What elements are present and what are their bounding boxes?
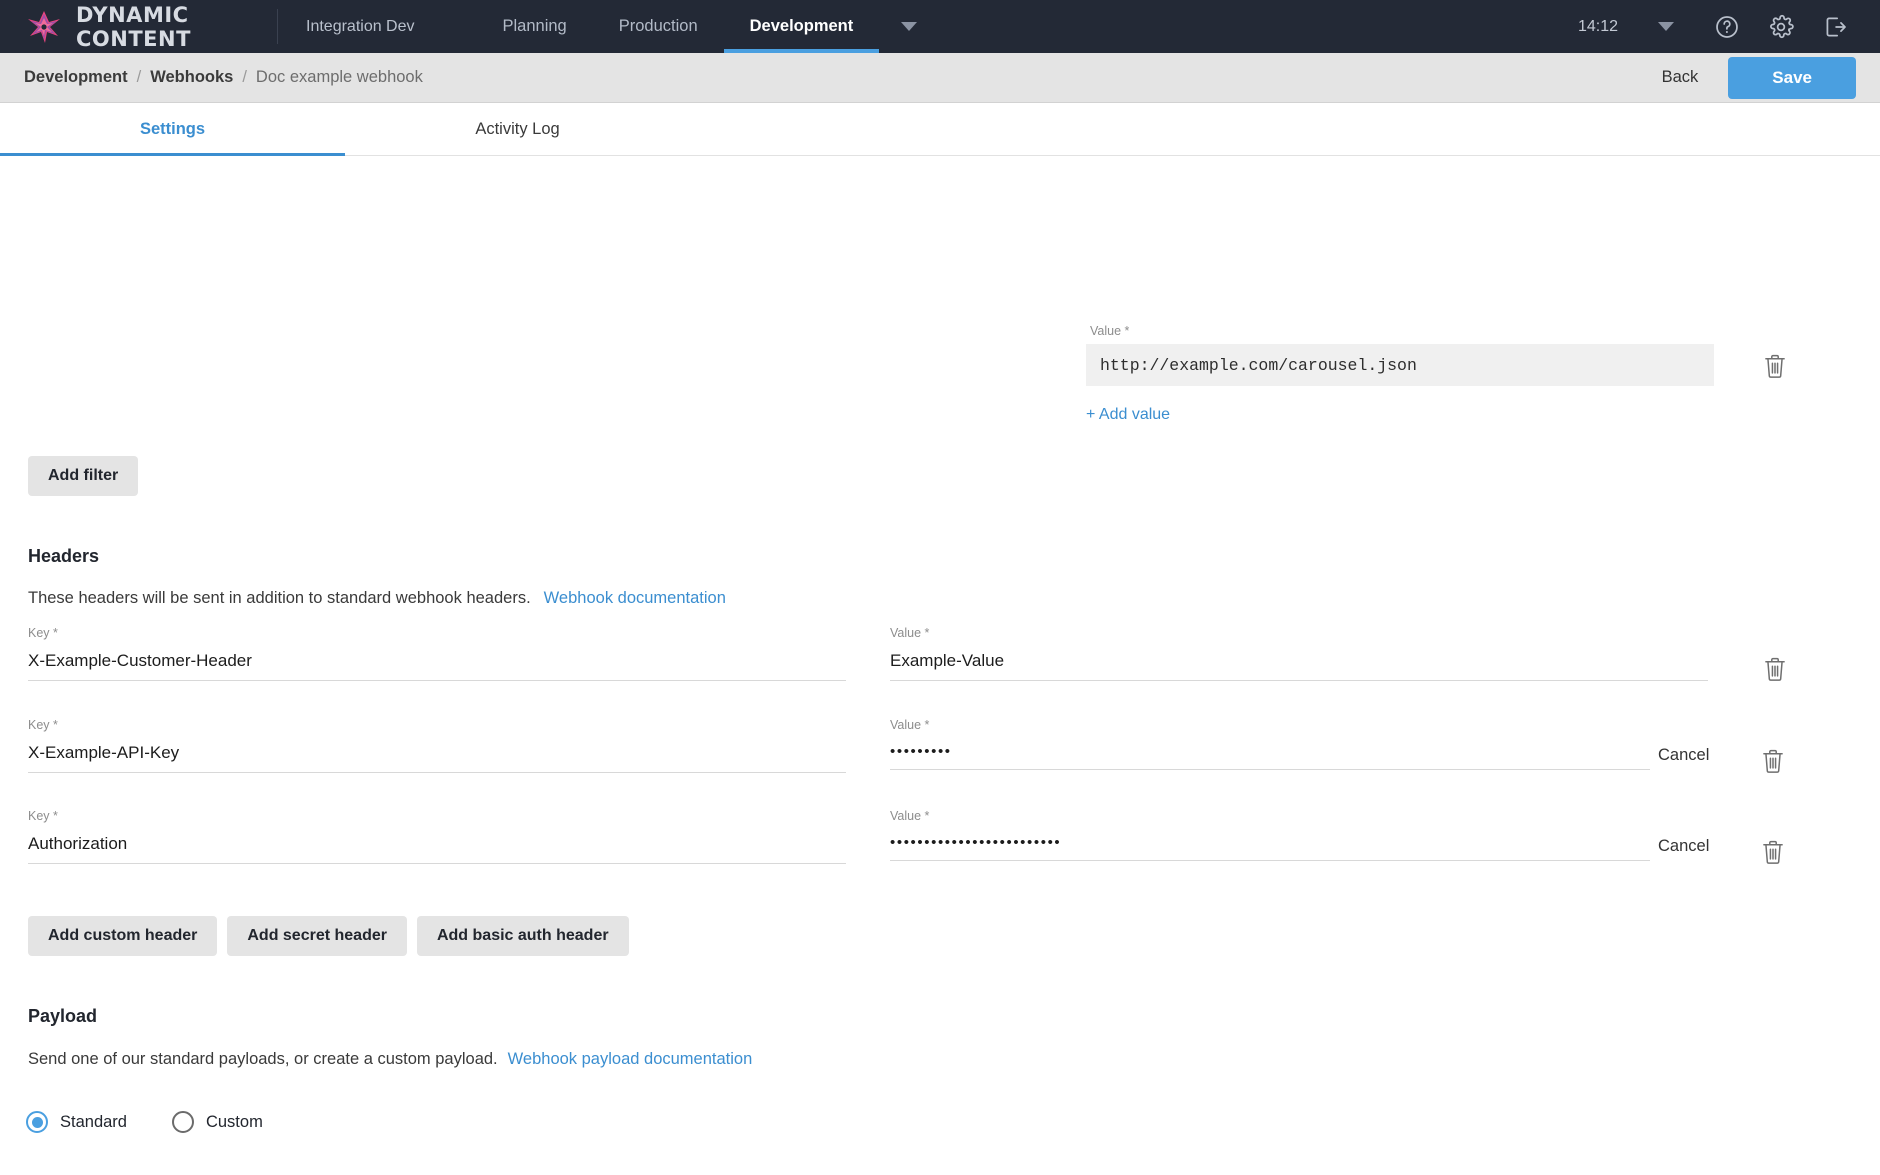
- header-key-group: Key *: [28, 718, 846, 773]
- webhook-settings-page: DYNAMIC CONTENT Integration Dev Planning…: [0, 0, 1880, 1175]
- page-actions: Back Save: [1656, 56, 1856, 99]
- filter-value-field[interactable]: http://example.com/carousel.json: [1086, 344, 1714, 386]
- brand[interactable]: DYNAMIC CONTENT: [0, 0, 277, 53]
- breadcrumb-item-current: Doc example webhook: [255, 68, 423, 86]
- breadcrumb-separator: /: [136, 68, 142, 86]
- nav-dropdown-button[interactable]: [879, 0, 939, 53]
- cancel-secret-edit-button[interactable]: Cancel: [1658, 837, 1709, 856]
- breadcrumb-separator: /: [242, 68, 247, 86]
- add-filter-wrap: Add filter: [28, 456, 139, 496]
- brand-name: DYNAMIC CONTENT: [76, 2, 191, 51]
- header-key-label: Key *: [28, 809, 58, 823]
- radio-unselected-icon[interactable]: [171, 1111, 194, 1133]
- headers-section-description: These headers will be sent in addition t…: [28, 589, 726, 608]
- add-value-link[interactable]: + Add value: [1086, 406, 1170, 424]
- nav-tab-planning[interactable]: Planning: [477, 0, 593, 53]
- header-value-label: Value *: [890, 718, 930, 732]
- nav-tab-planning-label: Planning: [502, 17, 567, 35]
- top-nav-right: 14:12: [1578, 0, 1880, 53]
- add-secret-header-button[interactable]: Add secret header: [227, 916, 407, 956]
- header-key-label: Key *: [28, 718, 58, 732]
- chevron-down-icon: [901, 22, 918, 31]
- delete-filter-value-button[interactable]: [1762, 351, 1788, 381]
- header-secret-value-input[interactable]: [890, 739, 1650, 770]
- webhook-documentation-link[interactable]: Webhook documentation: [544, 589, 726, 608]
- header-value-input[interactable]: [890, 647, 1708, 681]
- header-key-group: Key *: [28, 809, 846, 864]
- header-value-label: Value *: [890, 809, 930, 823]
- clock: 14:12: [1577, 17, 1618, 35]
- payload-type-radio-group: Standard Custom: [26, 1111, 263, 1133]
- logout-button[interactable]: [1808, 0, 1862, 53]
- header-key-input[interactable]: [28, 647, 846, 681]
- add-filter-button[interactable]: Add filter: [28, 456, 139, 496]
- header-row: Key * Value * Cancel: [0, 718, 1880, 809]
- settings-button[interactable]: [1754, 0, 1808, 53]
- headers-section-title: Headers: [28, 546, 100, 566]
- breadcrumb: Development / Webhooks / Doc example web…: [24, 68, 423, 87]
- help-button[interactable]: [1700, 0, 1754, 53]
- environment-tabs: Planning Production Development: [477, 0, 880, 53]
- header-value-group: Value *: [890, 718, 1650, 770]
- top-navigation-bar: DYNAMIC CONTENT Integration Dev Planning…: [0, 0, 1880, 53]
- header-key-label: Key *: [28, 626, 58, 640]
- webhook-payload-documentation-link[interactable]: Webhook payload documentation: [508, 1050, 753, 1069]
- add-custom-header-button[interactable]: Add custom header: [28, 916, 218, 956]
- header-value-group: Value *: [890, 626, 1708, 681]
- filter-value-label: Value *: [1090, 324, 1130, 338]
- payload-option-custom[interactable]: Custom: [171, 1111, 263, 1133]
- clock-dropdown-button[interactable]: [1632, 22, 1700, 31]
- header-key-input[interactable]: [28, 830, 846, 864]
- nav-tab-development-label: Development: [749, 17, 854, 35]
- radio-selected-icon[interactable]: [26, 1111, 48, 1133]
- payload-section-description: Send one of our standard payloads, or cr…: [28, 1050, 752, 1069]
- header-secret-value-input[interactable]: [890, 830, 1650, 861]
- tab-activity-log-label: Activity Log: [475, 119, 560, 138]
- headers-description-text: These headers will be sent in addition t…: [28, 589, 531, 607]
- payload-section-title: Payload: [28, 1006, 98, 1026]
- payload-description-text: Send one of our standard payloads, or cr…: [28, 1050, 498, 1068]
- page-tabs: Settings Activity Log: [0, 103, 1880, 156]
- header-value-label: Value *: [890, 626, 930, 640]
- delete-header-button[interactable]: [1762, 654, 1788, 684]
- payload-option-standard-label: Standard: [60, 1112, 127, 1131]
- header-key-group: Key *: [28, 626, 846, 681]
- payload-option-standard[interactable]: Standard: [26, 1111, 127, 1133]
- chevron-down-icon: [1658, 22, 1674, 31]
- back-button[interactable]: Back: [1656, 60, 1705, 95]
- delete-header-button[interactable]: [1760, 837, 1786, 867]
- breadcrumb-bar: Development / Webhooks / Doc example web…: [0, 53, 1880, 103]
- dynamic-content-logo-icon: [26, 9, 62, 45]
- project-name: Integration Dev: [306, 17, 415, 35]
- filter-value-text: http://example.com/carousel.json: [1100, 355, 1417, 375]
- payload-option-custom-label: Custom: [205, 1112, 263, 1131]
- nav-tab-production-label: Production: [618, 17, 698, 35]
- tab-settings[interactable]: Settings: [0, 103, 345, 156]
- breadcrumb-item-webhooks[interactable]: Webhooks: [150, 68, 233, 87]
- tab-settings-label: Settings: [139, 119, 206, 138]
- header-action-buttons: Add custom header Add secret header Add …: [28, 916, 629, 956]
- header-key-input[interactable]: [28, 739, 846, 773]
- header-row: Key * Value * Cancel: [0, 809, 1880, 900]
- save-button[interactable]: Save: [1728, 56, 1856, 99]
- header-row: Key * Value *: [0, 626, 1880, 717]
- header-value-group: Value *: [890, 809, 1650, 861]
- tab-activity-log[interactable]: Activity Log: [345, 103, 690, 155]
- cancel-secret-edit-button[interactable]: Cancel: [1658, 746, 1709, 765]
- breadcrumb-item-development[interactable]: Development: [24, 68, 128, 87]
- nav-tab-production[interactable]: Production: [593, 0, 724, 53]
- delete-header-button[interactable]: [1760, 746, 1786, 776]
- nav-tab-development[interactable]: Development: [723, 0, 880, 53]
- add-basic-auth-header-button[interactable]: Add basic auth header: [416, 916, 629, 956]
- project-selector[interactable]: Integration Dev: [278, 0, 443, 53]
